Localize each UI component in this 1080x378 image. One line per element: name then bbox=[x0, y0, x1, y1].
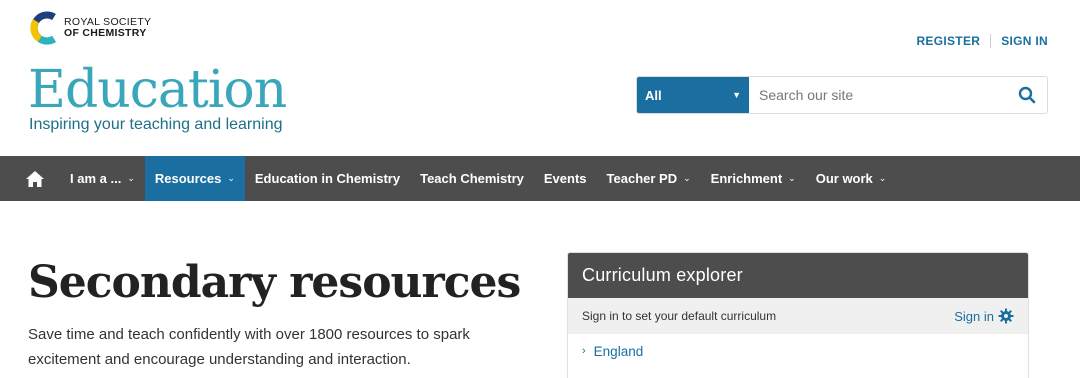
nav-item-label: Enrichment bbox=[710, 171, 783, 186]
nav-item-events[interactable]: Events bbox=[534, 156, 597, 201]
search-icon bbox=[1018, 86, 1036, 104]
chevron-down-icon: ⌄ bbox=[683, 173, 691, 183]
curriculum-sign-in-label: Sign in bbox=[954, 308, 994, 324]
curriculum-explorer: Curriculum explorer Sign in to set your … bbox=[567, 252, 1029, 378]
page-title: Secondary resources bbox=[28, 257, 521, 308]
caret-down-icon: ▼ bbox=[732, 90, 741, 100]
page-description: Save time and teach confidently with ove… bbox=[28, 326, 470, 368]
rsc-logo-text: ROYAL SOCIETY OF CHEMISTRY bbox=[64, 17, 151, 39]
brand-title: Education bbox=[28, 60, 287, 120]
chevron-down-icon: ⌄ bbox=[127, 173, 135, 183]
nav-item-label: Teach Chemistry bbox=[420, 171, 524, 186]
home-icon bbox=[26, 170, 44, 187]
chevron-down-icon: ⌄ bbox=[878, 173, 887, 183]
curriculum-signin-bar: Sign in to set your default curriculum S… bbox=[568, 298, 1028, 334]
education-brand[interactable]: Education Inspiring your teaching and le… bbox=[28, 60, 287, 134]
nav-item-label: Our work bbox=[815, 171, 873, 186]
nav-item-teacher-pd[interactable]: Teacher PD ⌄ bbox=[597, 156, 701, 201]
search-scope-label: All bbox=[645, 87, 662, 103]
nav-item-resources[interactable]: Resources ⌄ bbox=[144, 156, 245, 201]
link-divider bbox=[990, 34, 992, 48]
nav-item-label: Events bbox=[543, 171, 587, 186]
nav-item-teach-chemistry[interactable]: Teach Chemistry bbox=[410, 156, 534, 201]
brand-tagline: Inspiring your teaching and learning bbox=[29, 116, 283, 133]
logo-line-2: OF CHEMISTRY bbox=[64, 27, 147, 39]
chevron-down-icon: ⌄ bbox=[227, 173, 235, 183]
nav-item-label: Resources bbox=[154, 171, 222, 186]
curriculum-explorer-title: Curriculum explorer bbox=[568, 253, 1028, 298]
rsc-logo-mark-icon bbox=[30, 11, 56, 45]
gear-icon bbox=[998, 308, 1014, 324]
nav-item-label: Education in Chemistry bbox=[254, 171, 401, 186]
search-input[interactable] bbox=[749, 77, 1007, 113]
curriculum-item-england[interactable]: › England bbox=[568, 334, 1028, 368]
nav-item-label: Teacher PD bbox=[606, 171, 678, 186]
chevron-down-icon: ⌄ bbox=[788, 173, 796, 183]
curriculum-signin-prompt: Sign in to set your default curriculum bbox=[582, 309, 777, 323]
chevron-right-icon: › bbox=[582, 345, 586, 357]
register-link[interactable]: REGISTER bbox=[916, 34, 980, 48]
nav-item-enrichment[interactable]: Enrichment ⌄ bbox=[701, 156, 806, 201]
curriculum-item-label: England bbox=[593, 343, 644, 359]
rsc-logo[interactable]: ROYAL SOCIETY OF CHEMISTRY bbox=[30, 11, 151, 45]
nav-item-our-work[interactable]: Our work ⌄ bbox=[806, 156, 897, 201]
sign-in-link[interactable]: SIGN IN bbox=[1001, 34, 1048, 48]
curriculum-sign-in-link[interactable]: Sign in bbox=[954, 308, 1014, 324]
account-links: REGISTER SIGN IN bbox=[916, 34, 1048, 48]
nav-item-i-am-a[interactable]: I am a ... ⌄ bbox=[60, 156, 145, 201]
nav-home-button[interactable] bbox=[0, 156, 60, 201]
nav-item-label: I am a ... bbox=[70, 171, 122, 186]
main-nav: I am a ... ⌄ Resources ⌄ Education in Chem… bbox=[0, 156, 1080, 201]
search-scope-select[interactable]: All ▼ bbox=[637, 77, 749, 113]
search-button[interactable] bbox=[1007, 77, 1047, 113]
search-bar: All ▼ bbox=[636, 76, 1048, 114]
nav-item-education-in-chemistry[interactable]: Education in Chemistry bbox=[245, 156, 410, 201]
